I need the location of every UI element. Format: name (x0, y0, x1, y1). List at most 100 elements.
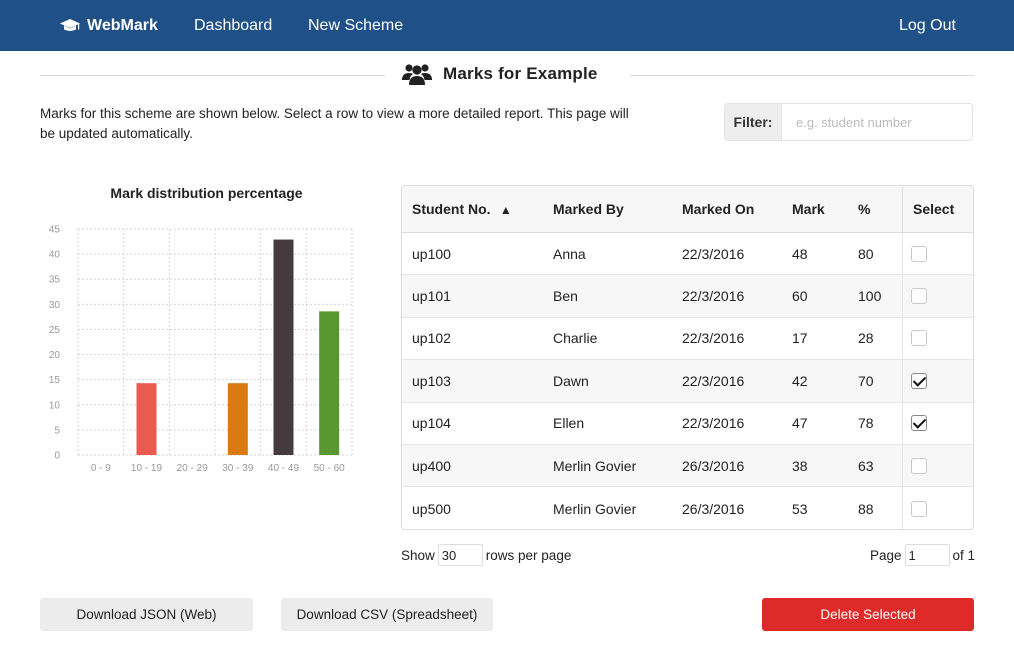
x-tick-label: 40 - 49 (268, 463, 300, 474)
cell-marked-on: 22/3/2016 (682, 372, 745, 389)
column-header-select[interactable]: Select (902, 186, 973, 233)
row-select-checkbox[interactable] (911, 457, 927, 474)
download-json-button[interactable]: Download JSON (Web) (40, 598, 253, 631)
y-tick-label: 40 (49, 250, 61, 261)
nav-new-scheme[interactable]: New Scheme (308, 0, 403, 51)
cell-mark: 48 (792, 245, 808, 262)
cell-marked-by: Charlie (553, 330, 598, 347)
intro-text: Marks for this scheme are shown below. S… (40, 106, 629, 141)
cell-student-no: up400 (412, 457, 451, 474)
rows-per-page-label: rows per page (485, 547, 572, 563)
cell-marked-by: Ben (553, 288, 578, 305)
cell-marked-by: Ellen (553, 415, 585, 432)
y-tick-label: 30 (49, 300, 61, 311)
cell-mark: 60 (792, 288, 808, 305)
y-tick-label: 15 (49, 375, 61, 386)
logout-link[interactable]: Log Out (899, 0, 956, 51)
table-row[interactable]: up500 Merlin Govier 26/3/2016 53 88 (402, 487, 973, 529)
page-label: Page (870, 547, 902, 563)
cell-select (902, 317, 973, 360)
table-row[interactable]: up400 Merlin Govier 26/3/2016 38 63 (402, 444, 973, 488)
y-tick-label: 0 (54, 451, 60, 462)
row-select-checkbox[interactable] (911, 288, 927, 305)
y-tick-label: 10 (49, 400, 61, 411)
cell-select (902, 444, 973, 487)
cell-select (902, 402, 973, 444)
cell-select (902, 487, 973, 529)
column-header-marked-on[interactable]: Marked On (682, 186, 754, 233)
table-row[interactable]: up101 Ben 22/3/2016 60 100 (402, 275, 973, 318)
column-header-student-no[interactable]: Student No. (412, 186, 512, 233)
download-csv-button[interactable]: Download CSV (Spreadsheet) (281, 598, 493, 631)
cell-marked-by: Dawn (553, 372, 589, 389)
brand-link[interactable]: WebMark (60, 0, 158, 51)
cell-student-no: up102 (412, 330, 451, 347)
bar-40-49 (273, 239, 294, 455)
filter-label: Filter: (725, 104, 782, 140)
page-title: Marks for Example (402, 60, 598, 88)
cell-percent: 78 (858, 415, 874, 432)
page-control: Page of 1 (870, 544, 975, 566)
nav-dashboard[interactable]: Dashboard (194, 0, 272, 51)
row-select-checkbox[interactable] (911, 500, 927, 517)
cell-percent: 63 (858, 457, 874, 474)
column-header-marked-by[interactable]: Marked By (553, 186, 624, 233)
x-tick-label: 50 - 60 (314, 463, 346, 474)
table-row[interactable]: up102 Charlie 22/3/2016 17 28 (402, 317, 973, 361)
y-tick-label: 45 (49, 225, 61, 236)
title-divider-right (630, 75, 974, 76)
cell-percent: 28 (858, 330, 874, 347)
x-tick-label: 20 - 29 (177, 463, 209, 474)
cell-marked-by: Merlin Govier (553, 457, 637, 474)
table-row[interactable]: up104 Ellen 22/3/2016 47 78 (402, 402, 973, 445)
cell-mark: 17 (792, 330, 808, 347)
table-header: Student No. Marked By Marked On Mark % S… (402, 186, 973, 233)
y-tick-label: 35 (49, 275, 61, 286)
cell-percent: 100 (858, 288, 882, 305)
table-row[interactable]: up100 Anna 22/3/2016 48 80 (402, 233, 973, 276)
mark-distribution-chart: 0 5 10 15 20 25 30 35 40 45 0 - 9 10 - 19 20 - 29 30 … (49, 225, 353, 474)
y-tick-label: 25 (49, 325, 61, 336)
cell-percent: 88 (858, 500, 874, 517)
title-divider-left (40, 75, 385, 76)
cell-marked-on: 22/3/2016 (682, 288, 745, 305)
column-header-mark[interactable]: Mark (792, 186, 825, 233)
cell-student-no: up104 (412, 415, 451, 432)
cell-marked-on: 22/3/2016 (682, 245, 745, 262)
filter-input[interactable] (782, 104, 972, 140)
cell-select (902, 275, 973, 317)
rows-per-page-input[interactable] (437, 544, 483, 566)
row-select-checkbox[interactable] (911, 245, 927, 262)
page-total: of 1 (952, 547, 976, 563)
users-group-icon (402, 64, 432, 85)
cell-mark: 47 (792, 415, 808, 432)
rows-per-page-control: Show rows per page (401, 544, 571, 566)
cell-student-no: up101 (412, 288, 451, 305)
cell-marked-on: 22/3/2016 (682, 415, 745, 432)
page-number-input[interactable] (904, 544, 950, 566)
bar-30-39 (227, 383, 248, 455)
row-select-checkbox[interactable] (911, 372, 927, 389)
show-label: Show (401, 547, 435, 563)
row-select-checkbox[interactable] (911, 415, 927, 432)
page-title-text: Marks for Example (443, 64, 598, 83)
delete-selected-button[interactable]: Delete Selected (762, 598, 974, 631)
cell-marked-on: 26/3/2016 (682, 457, 745, 474)
cell-mark: 53 (792, 500, 808, 517)
table-row[interactable]: up103 Dawn 22/3/2016 42 70 (402, 360, 973, 403)
cell-select (902, 360, 973, 402)
y-tick-label: 20 (49, 350, 61, 361)
column-header-percent[interactable]: % (858, 186, 870, 233)
brand-name: WebMark (87, 16, 158, 34)
filter-group: Filter: (724, 103, 973, 141)
x-tick-label: 10 - 19 (131, 463, 163, 474)
bar-50-60 (319, 311, 340, 455)
y-tick-label: 5 (54, 425, 60, 436)
cell-student-no: up103 (412, 372, 451, 389)
row-select-checkbox[interactable] (911, 330, 927, 347)
marks-table: Student No. Marked By Marked On Mark % S… (401, 185, 974, 530)
cell-student-no: up100 (412, 245, 451, 262)
cell-mark: 38 (792, 457, 808, 474)
cell-percent: 70 (858, 372, 874, 389)
cell-select (902, 233, 973, 275)
